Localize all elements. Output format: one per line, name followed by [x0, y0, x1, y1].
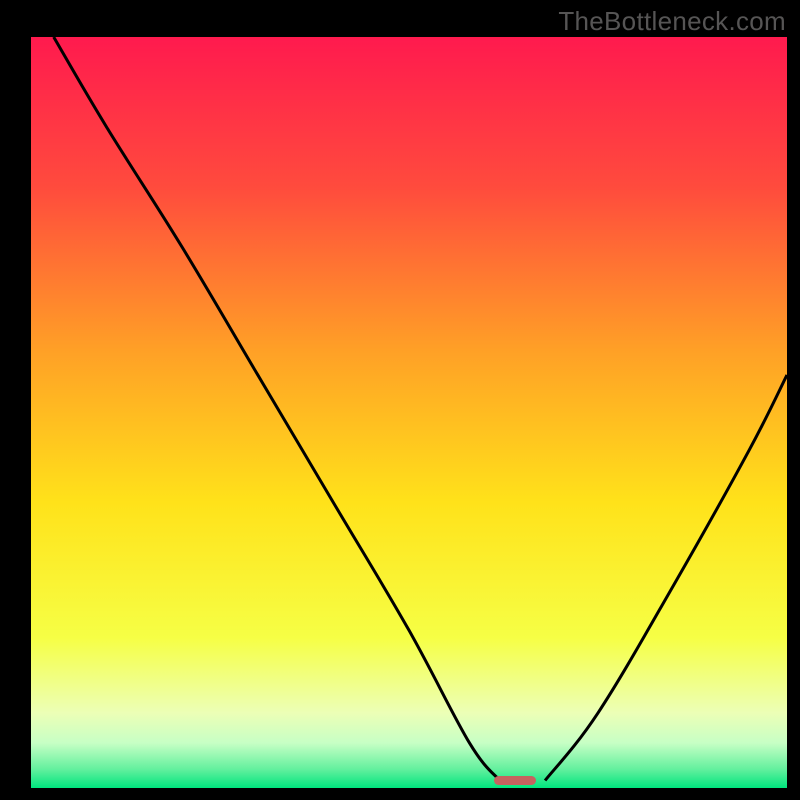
bottleneck-chart: TheBottleneck.com — [0, 0, 800, 800]
watermark-text: TheBottleneck.com — [558, 6, 786, 37]
bottleneck-curve — [31, 37, 787, 788]
curve-right-branch — [545, 375, 787, 781]
curve-left-branch — [54, 37, 500, 780]
optimal-marker — [494, 776, 536, 785]
plot-area — [31, 37, 787, 788]
